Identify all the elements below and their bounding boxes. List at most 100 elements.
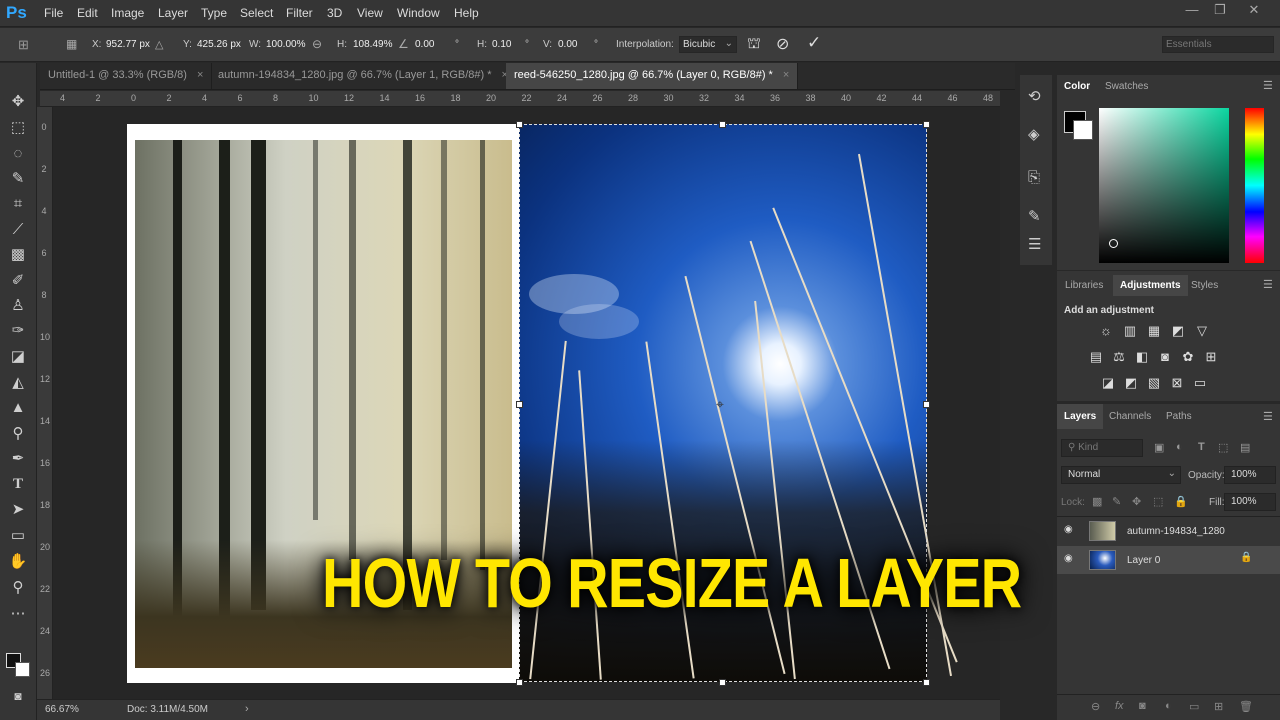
transform-handle-left[interactable] — [516, 401, 523, 408]
lock-position-icon[interactable]: ✥ — [1132, 495, 1141, 508]
filter-type-icon[interactable]: T — [1198, 441, 1205, 453]
quick-mask-icon[interactable]: ◙ — [6, 685, 30, 707]
exposure-icon[interactable]: ◩ — [1171, 324, 1185, 337]
vskew-field[interactable]: 0.00 — [558, 39, 577, 50]
layer-name[interactable]: autumn-194834_1280 — [1127, 526, 1225, 537]
panel-menu-icon[interactable]: ☰ — [1263, 410, 1273, 423]
transform-handle-top[interactable] — [719, 121, 726, 128]
tab-styles[interactable]: Styles — [1191, 280, 1218, 291]
transform-handle-bottom[interactable] — [719, 679, 726, 686]
workspace-select[interactable]: Essentials — [1162, 36, 1274, 53]
minimize-icon[interactable]: — — [1182, 2, 1202, 22]
photo-filter-icon[interactable]: ◙ — [1158, 350, 1172, 363]
filter-pixel-icon[interactable]: ▣ — [1154, 441, 1164, 454]
black-white-icon[interactable]: ◧ — [1135, 350, 1149, 363]
tab-libraries[interactable]: Libraries — [1065, 280, 1103, 291]
history-panel-icon[interactable]: ⟲ — [1028, 87, 1041, 105]
transform-tool-icon[interactable]: ⊞ — [18, 37, 29, 53]
tab-close-icon[interactable]: × — [197, 69, 203, 81]
hue-saturation-icon[interactable]: ▤ — [1089, 350, 1103, 363]
background-color[interactable] — [1073, 120, 1093, 140]
link-layers-icon[interactable]: ⊖ — [1091, 700, 1100, 713]
history-brush-tool-icon[interactable]: ✑ — [6, 320, 30, 342]
brush-tool-icon[interactable]: ✐ — [6, 270, 30, 292]
menu-window[interactable]: Window — [397, 6, 440, 20]
blur-tool-icon[interactable]: ▲ — [6, 397, 30, 419]
eyedropper-tool-icon[interactable]: ⟋ — [6, 219, 30, 241]
photoshop-logo[interactable]: Ps — [6, 3, 27, 23]
lasso-tool-icon[interactable]: ◌ — [6, 143, 30, 165]
visibility-eye-icon[interactable]: ◉ — [1064, 524, 1073, 535]
layer-row-layer0[interactable]: ◉ Layer 0 🔒 — [1057, 546, 1280, 574]
menu-help[interactable]: Help — [454, 6, 479, 20]
menu-file[interactable]: File — [44, 6, 63, 20]
menu-image[interactable]: Image — [111, 6, 144, 20]
channel-mixer-icon[interactable]: ✿ — [1181, 350, 1195, 363]
transform-handle-bottom-left[interactable] — [516, 679, 523, 686]
zoom-tool-icon[interactable]: ⚲ — [6, 577, 30, 599]
menu-edit[interactable]: Edit — [77, 6, 98, 20]
eraser-tool-icon[interactable]: ◪ — [6, 346, 30, 368]
more-tools-icon[interactable]: ⋯ — [6, 603, 30, 625]
angle-field[interactable]: 0.00 — [415, 39, 434, 50]
layer-filter-kind[interactable]: ⚲ Kind — [1061, 439, 1143, 457]
new-layer-icon[interactable]: ⊞ — [1214, 700, 1223, 713]
x-field[interactable]: 952.77 px — [106, 39, 150, 50]
w-field[interactable]: 100.00% — [266, 39, 305, 50]
tab-adjustments[interactable]: Adjustments — [1113, 275, 1188, 296]
restore-icon[interactable]: ❐ — [1210, 2, 1230, 22]
menu-filter[interactable]: Filter — [286, 6, 313, 20]
fx-icon[interactable]: fx — [1115, 700, 1124, 712]
tab-layers[interactable]: Layers — [1057, 404, 1104, 429]
transform-handle-top-right[interactable] — [923, 121, 930, 128]
lock-transparent-icon[interactable]: ▩ — [1092, 495, 1102, 508]
filter-shape-icon[interactable]: ⬚ — [1218, 441, 1228, 454]
filter-smart-object-icon[interactable]: ▤ — [1240, 441, 1250, 454]
clone-stamp-tool-icon[interactable]: ♙ — [6, 295, 30, 317]
move-tool-icon[interactable]: ✥ — [6, 91, 30, 113]
type-tool-icon[interactable]: T — [6, 473, 30, 495]
delete-layer-icon[interactable]: 🗑 — [1239, 700, 1253, 713]
brightness-contrast-icon[interactable]: ☼ — [1099, 324, 1113, 337]
quick-select-tool-icon[interactable]: ✎ — [6, 168, 30, 190]
zoom-level[interactable]: 66.67% — [45, 704, 79, 715]
layer-name[interactable]: Layer 0 — [1127, 555, 1160, 566]
dodge-tool-icon[interactable]: ⚲ — [6, 423, 30, 445]
blend-mode-select[interactable]: Normal ⌄ — [1061, 466, 1181, 484]
hue-slider[interactable] — [1245, 108, 1264, 263]
transform-handle-bottom-right[interactable] — [923, 679, 930, 686]
transform-center-icon[interactable]: ⌖ — [716, 396, 724, 413]
hskew-field[interactable]: 0.10 — [492, 39, 511, 50]
lock-artboard-icon[interactable]: ⬚ — [1153, 495, 1163, 508]
cancel-transform-icon[interactable]: ⊘ — [776, 34, 789, 54]
chevron-right-icon[interactable]: › — [245, 703, 249, 715]
tab-untitled[interactable]: Untitled-1 @ 33.3% (RGB/8) × — [40, 63, 213, 89]
close-icon[interactable]: ✕ — [1244, 2, 1264, 22]
link-icon[interactable]: ⊖ — [312, 37, 322, 51]
properties-panel-icon[interactable]: ⎘ — [1028, 169, 1040, 186]
panel-menu-icon[interactable]: ☰ — [1263, 79, 1273, 92]
tab-close-icon[interactable]: × — [783, 69, 789, 81]
panel-menu-icon[interactable]: ☰ — [1263, 278, 1273, 291]
color-balance-icon[interactable]: ⚖ — [1112, 350, 1126, 363]
threshold-icon[interactable]: ▧ — [1147, 376, 1161, 389]
selective-color-icon[interactable]: ⊠ — [1170, 376, 1184, 389]
menu-select[interactable]: Select — [240, 6, 273, 20]
brush-panel-icon[interactable]: ✎ — [1028, 207, 1041, 225]
warp-icon[interactable]: ⛫ — [747, 35, 761, 54]
color-lookup-icon[interactable]: ⊞ — [1204, 350, 1218, 363]
crop-tool-icon[interactable]: ⌗ — [6, 193, 30, 215]
invert-icon[interactable]: ◪ — [1101, 376, 1115, 389]
menu-view[interactable]: View — [357, 6, 383, 20]
3d-panel-icon[interactable]: ◈ — [1028, 125, 1040, 143]
filter-adjustment-icon[interactable]: ◐ — [1176, 441, 1183, 453]
menu-3d[interactable]: 3D — [327, 6, 342, 20]
color-picker-field[interactable] — [1099, 108, 1229, 263]
layer-row-autumn[interactable]: ◉ autumn-194834_1280 — [1057, 517, 1280, 545]
lock-pixels-icon[interactable]: ✎ — [1112, 495, 1121, 508]
curves-icon[interactable]: ▦ — [1147, 324, 1161, 337]
y-field[interactable]: 425.26 px — [197, 39, 241, 50]
healing-brush-tool-icon[interactable]: ▩ — [6, 244, 30, 266]
posterize-icon[interactable]: ◩ — [1124, 376, 1138, 389]
levels-icon[interactable]: ▥ — [1123, 324, 1137, 337]
